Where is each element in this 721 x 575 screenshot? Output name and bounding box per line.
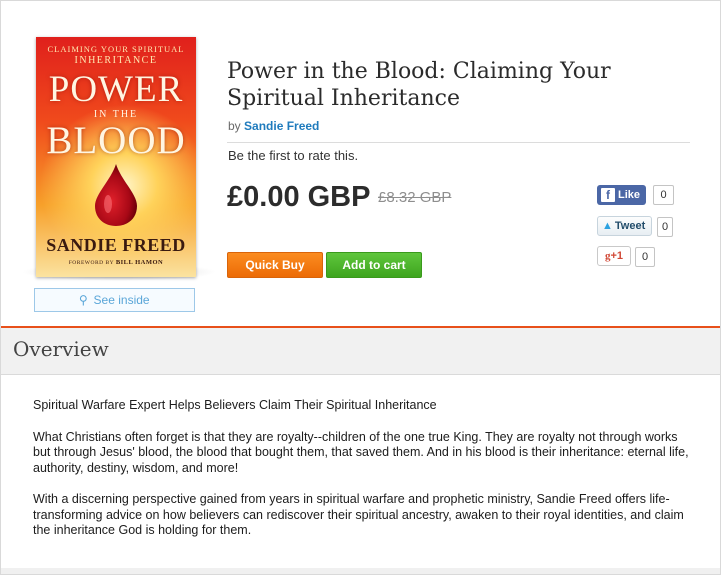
cover-foreword: FOREWORD BY BILL HAMON	[36, 259, 196, 266]
original-price: £8.32 GBP	[378, 189, 452, 206]
see-inside-label: See inside	[93, 293, 150, 307]
tweet-label: Tweet	[614, 220, 646, 232]
overview-paragraph: What Christians often forget is that the…	[33, 429, 689, 475]
facebook-like-button[interactable]: f Like	[597, 185, 646, 205]
byline: by Sandie Freed	[228, 119, 319, 133]
blood-drop-icon	[95, 164, 137, 226]
quick-buy-button[interactable]: Quick Buy	[227, 252, 323, 278]
facebook-f-icon: f	[601, 188, 615, 202]
see-inside-button[interactable]: ⚲ See inside	[34, 288, 195, 312]
magnifier-icon: ⚲	[79, 293, 89, 307]
overview-body: Spiritual Warfare Expert Helps Believers…	[33, 398, 693, 555]
tweet-button[interactable]: ▲ Tweet	[597, 216, 652, 236]
rating-prompt[interactable]: Be the first to rate this.	[228, 148, 358, 163]
cover-foreword-label: FOREWORD BY	[68, 260, 114, 266]
google-plus-count: 0	[635, 247, 655, 267]
author-link[interactable]: Sandie Freed	[244, 119, 319, 133]
overview-paragraph: Spiritual Warfare Expert Helps Believers…	[33, 398, 437, 412]
current-price: £0.00 GBP	[227, 181, 371, 213]
cover-subtitle-line2: INHERITANCE	[74, 55, 158, 66]
book-title: Power in the Blood: Claiming Your Spirit…	[227, 59, 611, 111]
google-plus-label: +1	[610, 250, 624, 262]
product-page: CLAIMING YOUR SPIRITUAL INHERITANCE POWE…	[0, 0, 721, 575]
book-cover[interactable]: CLAIMING YOUR SPIRITUAL INHERITANCE POWE…	[36, 37, 196, 277]
google-plus-button[interactable]: g+1	[597, 246, 631, 266]
overview-paragraph: With a discerning perspective gained fro…	[33, 492, 684, 537]
facebook-like-count: 0	[653, 185, 674, 205]
overview-heading: Overview	[13, 337, 109, 361]
facebook-like-label: Like	[618, 189, 641, 201]
tweet-count: 0	[657, 217, 673, 237]
by-label: by	[228, 119, 241, 133]
title-divider	[227, 142, 690, 143]
cover-subtitle: CLAIMING YOUR SPIRITUAL INHERITANCE	[36, 44, 196, 66]
bottom-strip	[1, 568, 720, 574]
overview-header: Overview	[1, 328, 720, 375]
cover-title-line3: BLOOD	[46, 119, 186, 162]
cover-author: SANDIE FREED	[46, 235, 186, 255]
cover-foreword-name: BILL HAMON	[115, 259, 164, 266]
add-to-cart-button[interactable]: Add to cart	[326, 252, 422, 278]
twitter-bird-icon: ▲	[602, 220, 613, 232]
cover-subtitle-line1: CLAIMING YOUR SPIRITUAL	[47, 44, 185, 54]
cover-title-line1: POWER	[48, 69, 184, 110]
